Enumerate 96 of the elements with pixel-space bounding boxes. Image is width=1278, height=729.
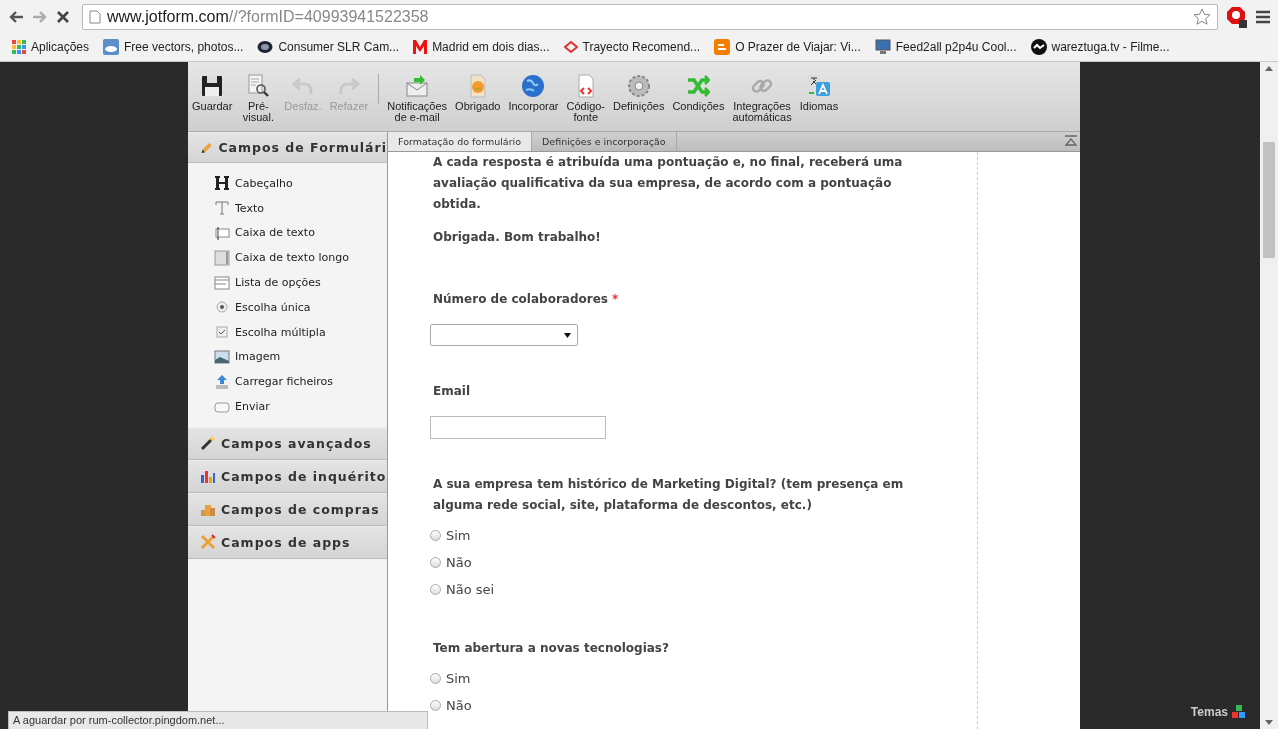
radio-button[interactable] [430, 700, 441, 711]
field-type-item[interactable]: Cabeçalho [214, 171, 387, 196]
form-text: A cada resposta é atribuída uma pontuação e, no final, receberá uma avaliação qualificativa da sua empresa, de acordo com a pontuação obtida. [433, 154, 904, 213]
category-header[interactable]: Campos de Formulári [188, 132, 387, 163]
menu-icon [1256, 10, 1270, 24]
question-label: Tem abertura a novas tecnologias? [433, 640, 670, 657]
image-icon [214, 348, 230, 365]
option-label: Não sei [446, 582, 495, 597]
preview-document-icon [246, 74, 271, 98]
toolbar-button[interactable]: Pré- visual. [240, 74, 277, 123]
text-icon [214, 200, 230, 217]
diamond-icon [563, 40, 578, 54]
radio-button[interactable] [430, 673, 441, 684]
bookmark-link[interactable]: Feed2all p2p4u Cool... [874, 39, 1017, 55]
tools-icon [200, 534, 216, 551]
translate-icon [806, 74, 831, 98]
status-text: A aguardar por rum-collector.pingdom.net... [8, 711, 428, 729]
close-icon [56, 10, 70, 24]
globe-icon [521, 74, 546, 98]
question-label: A sua empresa tem histórico de Marketing Digital? (tem presença em alguma rede social, site, plataforma de descontos, etc.) [433, 476, 905, 514]
question-label: Email [433, 383, 472, 400]
bar-chart-icon [200, 468, 216, 485]
radio-button[interactable] [430, 557, 441, 568]
lens-logo-icon [257, 39, 274, 55]
bookmark-link[interactable]: wareztuga.tv - Filme... [1030, 39, 1170, 55]
question-label: Número de colaboradores * [433, 291, 620, 308]
option-label: Não [446, 555, 472, 570]
m-logo-icon [413, 40, 428, 54]
crossed-arrows-icon [686, 74, 711, 98]
category-header[interactable]: Campos de inquérito [188, 459, 387, 493]
checkbox-icon [214, 324, 230, 341]
monitor-icon [874, 39, 891, 55]
option-label: Sim [446, 671, 471, 686]
url-text: www.jotform.com//?formID=40993941522358 [107, 8, 429, 26]
bookmark-link[interactable]: Aplicações [12, 40, 90, 54]
radio-button[interactable] [430, 584, 441, 595]
radio-button[interactable] [430, 530, 441, 541]
toolbar-button[interactable]: Guardar [192, 74, 233, 112]
option-label: Não [446, 698, 472, 713]
scroll-up-icon [1265, 66, 1273, 71]
tab[interactable]: Formatação do formulário [388, 132, 533, 151]
toolbar-button[interactable]: Condições [672, 74, 725, 112]
toolbar-button[interactable]: Integrações automáticas [732, 74, 792, 123]
heading-icon [214, 175, 230, 192]
category-header[interactable]: Campos de compras [188, 492, 387, 526]
text-field-icon [214, 225, 230, 241]
forward-arrow-icon [32, 10, 48, 24]
page-icon [89, 10, 101, 24]
toolbar-button[interactable]: Idiomas [799, 74, 839, 112]
bookmark-link[interactable]: Madrid em dois dias... [413, 40, 550, 54]
collapse-icon [1064, 135, 1078, 147]
category-header[interactable]: Campos de apps [188, 525, 387, 559]
upload-icon [214, 373, 230, 390]
field-type-item[interactable]: Enviar [214, 394, 387, 419]
toolbar-button[interactable]: Código- fonte [566, 74, 606, 123]
toolbar-button[interactable]: Notificações de e-mail [387, 74, 448, 123]
radio-icon [214, 299, 230, 316]
field-type-item[interactable]: Escolha única [214, 295, 387, 320]
textarea-icon [214, 249, 230, 266]
bookmark-link[interactable]: O Prazer de Viajar: Vi... [714, 39, 861, 55]
toolbar-button[interactable]: Obrigado [455, 74, 501, 112]
cloud-icon [103, 39, 120, 55]
themes-button[interactable]: Temas [1190, 705, 1246, 719]
scroll-down-icon [1265, 720, 1273, 725]
round-logo-icon [1030, 39, 1047, 55]
bookmark-link[interactable]: Trayecto Recomend... [563, 40, 701, 54]
form-text: Obrigada. Bom trabalho! [433, 229, 602, 246]
stop-hand-icon [1226, 6, 1248, 28]
settings-icon [626, 74, 651, 98]
input-field[interactable] [430, 416, 606, 439]
back-arrow-icon [8, 10, 24, 24]
scrollbar-thumb[interactable] [1263, 142, 1275, 258]
field-type-item[interactable]: Caixa de texto longo [214, 245, 387, 271]
dropdown-field[interactable] [430, 324, 578, 346]
tab[interactable]: Definições e incorporação [532, 132, 677, 151]
apps-grid-icon [12, 40, 26, 54]
dropdown-list-icon [214, 274, 230, 291]
cubes-icon [1232, 705, 1246, 719]
blog-logo-icon [714, 39, 731, 55]
caret-icon [564, 332, 571, 338]
field-type-item[interactable]: Lista de opções [214, 270, 387, 295]
option-label: Sim [446, 528, 471, 543]
bookmark-link[interactable]: Consumer SLR Cam... [257, 39, 400, 55]
field-type-item[interactable]: Escolha múltipla [214, 319, 387, 345]
category-header[interactable]: Campos avançados [188, 426, 387, 460]
field-type-item[interactable]: Caixa de texto [214, 220, 387, 246]
bookmark-link[interactable]: Free vectors, photos... [103, 39, 244, 55]
field-type-item[interactable]: Carregar ficheiros [214, 369, 387, 395]
star-icon [1193, 8, 1211, 26]
field-type-item[interactable]: Imagem [214, 344, 387, 370]
field-type-item[interactable]: Texto [214, 195, 387, 221]
envelope-icon [405, 74, 430, 98]
address-bar[interactable]: www.jotform.com//?formID=40993941522358 [82, 4, 1218, 30]
toolbar-button[interactable]: Definições [613, 74, 665, 112]
magic-wand-icon [200, 435, 216, 452]
toolbar-button[interactable]: Incorporar [508, 74, 559, 112]
